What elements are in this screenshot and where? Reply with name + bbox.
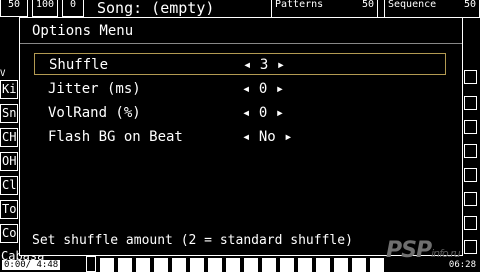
step-cell[interactable] xyxy=(464,70,477,84)
option-flash-bg[interactable]: Flash BG on Beat ◂ No ▸ xyxy=(34,126,446,148)
option-value-text: 0 xyxy=(258,81,268,97)
vu-label: V xyxy=(0,69,6,79)
dialog-divider xyxy=(20,43,462,44)
track-label[interactable]: OH xyxy=(0,152,18,171)
track-label[interactable]: To xyxy=(0,200,18,219)
step-led xyxy=(352,258,366,272)
sequence-value: 50 xyxy=(463,0,476,10)
step-led xyxy=(190,258,204,272)
step-cell[interactable] xyxy=(464,240,477,254)
option-value-text: 3 xyxy=(259,57,269,73)
step-led xyxy=(100,258,114,272)
sequence-panel[interactable]: Sequence 50 xyxy=(384,0,480,18)
top-box-3: 0 xyxy=(62,0,84,17)
top-box-3-value: 0 xyxy=(69,0,77,10)
step-led xyxy=(226,258,240,272)
option-label: Shuffle xyxy=(49,57,109,73)
play-indicator[interactable] xyxy=(86,256,96,272)
time-readout: 0:00/ 4:48 xyxy=(2,260,61,270)
step-led xyxy=(316,258,330,272)
top-box-1-value: 50 xyxy=(7,0,21,10)
option-label: Jitter (ms) xyxy=(48,81,141,97)
step-led xyxy=(244,258,258,272)
step-led xyxy=(136,258,150,272)
patterns-panel[interactable]: Patterns 50 xyxy=(271,0,378,18)
option-label: Flash BG on Beat xyxy=(48,129,183,145)
option-shuffle[interactable]: Shuffle ◂ 3 ▸ xyxy=(34,53,446,75)
step-led xyxy=(154,258,168,272)
step-led xyxy=(298,258,312,272)
step-cell[interactable] xyxy=(464,120,477,134)
option-label: VolRand (%) xyxy=(48,105,141,121)
watermark-suffix: info.ru xyxy=(431,247,461,260)
step-cell[interactable] xyxy=(464,216,477,230)
step-led xyxy=(208,258,222,272)
options-menu-dialog: Options Menu Shuffle ◂ 3 ▸ Jitter (ms) ◂… xyxy=(19,17,463,256)
option-volrand[interactable]: VolRand (%) ◂ 0 ▸ xyxy=(34,102,446,124)
step-led xyxy=(172,258,186,272)
song-name[interactable]: Song: (empty) xyxy=(97,0,214,17)
top-box-2-value: 100 xyxy=(35,0,55,10)
top-box-2: 100 xyxy=(32,0,58,17)
option-jitter[interactable]: Jitter (ms) ◂ 0 ▸ xyxy=(34,78,446,100)
patterns-title: Patterns xyxy=(275,0,324,10)
step-led xyxy=(280,258,294,272)
track-label[interactable]: Sn xyxy=(0,104,18,123)
step-led xyxy=(334,258,348,272)
help-text: Set shuffle amount (2 = standard shuffle… xyxy=(32,233,353,248)
step-led xyxy=(370,258,384,272)
step-led xyxy=(118,258,132,272)
watermark-logo: PSPinfo.ru xyxy=(386,238,461,263)
patterns-value: 50 xyxy=(361,0,374,10)
sequence-title: Sequence xyxy=(388,0,437,10)
option-value[interactable]: ◂ 0 ▸ xyxy=(242,104,284,122)
option-value[interactable]: ◂ 3 ▸ xyxy=(243,56,285,74)
option-value[interactable]: ◂ No ▸ xyxy=(242,128,293,146)
track-label[interactable]: Co xyxy=(0,224,18,243)
step-cell[interactable] xyxy=(464,144,477,158)
step-led xyxy=(262,258,276,272)
track-label[interactable]: Ki xyxy=(0,80,18,99)
step-cell[interactable] xyxy=(464,96,477,110)
track-label[interactable]: CH xyxy=(0,128,18,147)
option-value[interactable]: ◂ 0 ▸ xyxy=(242,80,284,98)
option-value-text: 0 xyxy=(258,105,268,121)
watermark-brand: PSP xyxy=(386,238,432,263)
step-cell[interactable] xyxy=(464,168,477,182)
option-value-text: No xyxy=(258,129,276,145)
dialog-title: Options Menu xyxy=(32,23,134,39)
top-box-1: 50 xyxy=(0,0,28,17)
track-label[interactable]: Cl xyxy=(0,176,18,195)
step-cell[interactable] xyxy=(464,192,477,206)
